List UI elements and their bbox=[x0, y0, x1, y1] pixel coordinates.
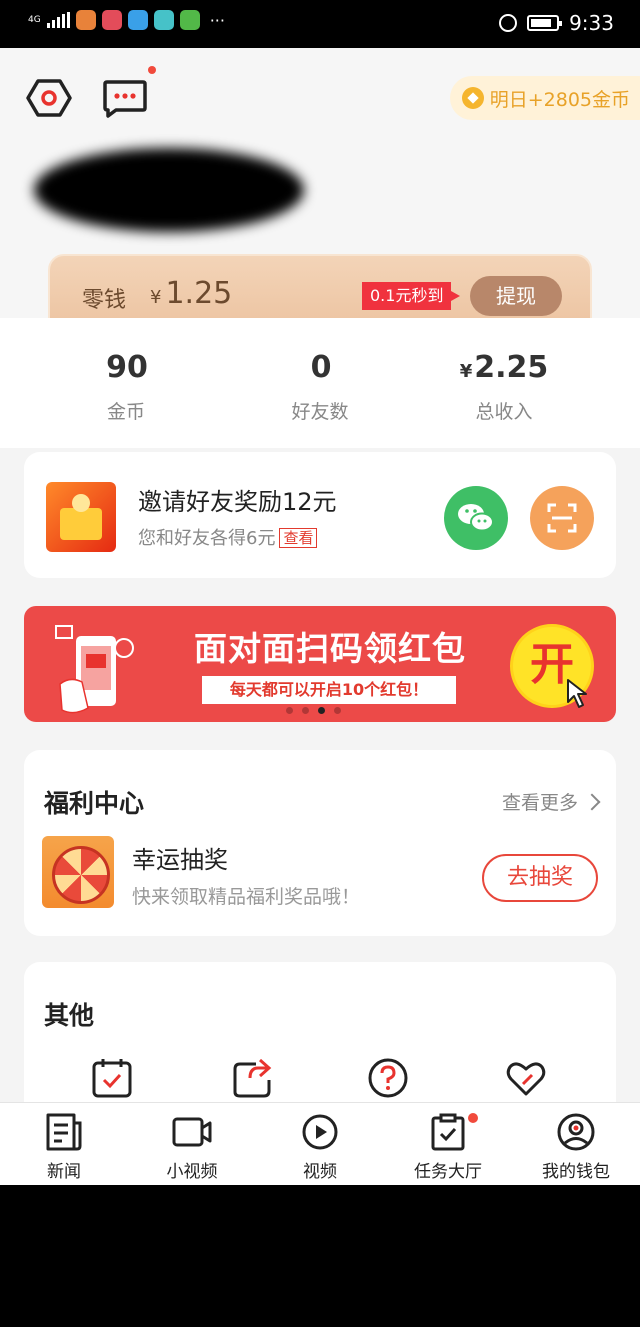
balance-label: 零钱 bbox=[82, 288, 127, 313]
nav-label: 我的钱包 bbox=[542, 1162, 610, 1182]
phone-scan-illustration bbox=[55, 625, 134, 714]
share-icon[interactable] bbox=[230, 1056, 274, 1100]
short-video-icon bbox=[172, 1117, 212, 1147]
lucky-draw-subtitle: 快来领取精品福利奖品哦！ bbox=[132, 886, 361, 908]
nav-item-task-hall[interactable]: 任务大厅 bbox=[384, 1103, 512, 1185]
nav-label: 视频 bbox=[303, 1162, 337, 1182]
calendar-check-icon[interactable] bbox=[90, 1056, 134, 1100]
view-link[interactable]: 查看 bbox=[279, 528, 318, 548]
gift-box-image bbox=[46, 482, 116, 552]
balance-currency: ¥ bbox=[150, 287, 162, 308]
coin-bonus-text: 明日+2805金币 bbox=[489, 88, 630, 111]
stat-coins[interactable]: 90 金币 bbox=[36, 350, 216, 424]
face-to-face-red-packet-banner[interactable]: 面对面扫码领红包 每天都可以开启10个红包！ 开 bbox=[24, 606, 616, 722]
signal-icon bbox=[46, 12, 70, 28]
scan-icon bbox=[547, 503, 577, 533]
carousel-dot-active[interactable] bbox=[318, 707, 325, 714]
balance-amount: ¥1.25 bbox=[150, 276, 232, 311]
carousel-dot[interactable] bbox=[286, 707, 293, 714]
nav-item-video[interactable]: 视频 bbox=[256, 1103, 384, 1185]
go-draw-button[interactable]: 去抽奖 bbox=[482, 854, 598, 902]
invite-title: 邀请好友奖励12元 bbox=[138, 488, 337, 516]
cursor-click-icon bbox=[567, 679, 587, 708]
app-notification-icon bbox=[127, 10, 148, 30]
bottom-black-area bbox=[0, 1185, 640, 1327]
battery-icon bbox=[527, 15, 563, 31]
settings-hexagon-icon[interactable] bbox=[26, 78, 72, 118]
stat-friends[interactable]: 0 好友数 bbox=[230, 350, 410, 424]
message-icon[interactable] bbox=[102, 78, 148, 118]
news-icon bbox=[46, 1113, 82, 1151]
welfare-title: 福利中心 bbox=[44, 789, 145, 818]
heart-icon[interactable] bbox=[504, 1056, 548, 1100]
stat-value: 0 bbox=[310, 350, 332, 385]
coin-icon bbox=[461, 87, 484, 109]
message-badge bbox=[148, 66, 156, 74]
stat-label: 金币 bbox=[106, 401, 145, 423]
scan-share-button[interactable] bbox=[530, 486, 594, 550]
wallet-profile-icon bbox=[557, 1113, 595, 1151]
stat-value: 90 bbox=[106, 350, 148, 385]
carousel-dots bbox=[286, 707, 341, 714]
coin-bonus-pill[interactable]: 明日+2805金币 bbox=[449, 76, 640, 120]
instant-arrival-tag: 0.1元秒到 bbox=[362, 282, 461, 310]
other-title: 其他 bbox=[44, 1001, 95, 1030]
balance-value: 1.25 bbox=[165, 276, 233, 311]
help-question-icon[interactable] bbox=[366, 1056, 410, 1100]
banner-title: 面对面扫码领红包 bbox=[194, 629, 466, 668]
chevron-right-icon bbox=[583, 793, 601, 810]
wechat-icon bbox=[458, 504, 494, 532]
stat-total-income[interactable]: ¥2.25 总收入 bbox=[414, 350, 594, 424]
app-notification-icon bbox=[75, 10, 96, 30]
redacted-user-info bbox=[34, 148, 304, 232]
bottom-nav: 新闻 小视频 视频 任务大厅 我的钱包 bbox=[0, 1102, 640, 1185]
more-notifications-icon: ··· bbox=[209, 10, 225, 30]
lucky-wheel-image bbox=[42, 836, 114, 908]
alarm-icon bbox=[499, 14, 518, 32]
stats-row: 90 金币 0 好友数 ¥2.25 总收入 bbox=[0, 318, 640, 448]
wallet-header: 明日+2805金币 零钱 ¥1.25 0.1元秒到 提现 bbox=[0, 48, 640, 334]
nav-item-short-video[interactable]: 小视频 bbox=[128, 1103, 256, 1185]
video-play-icon bbox=[302, 1114, 338, 1150]
status-left: 4G ··· bbox=[28, 10, 225, 30]
nav-item-my-wallet[interactable]: 我的钱包 bbox=[512, 1103, 640, 1185]
banner-subtitle: 每天都可以开启10个红包！ bbox=[202, 676, 456, 704]
wallet-screen: 明日+2805金币 零钱 ¥1.25 0.1元秒到 提现 90 金币 0 好友数… bbox=[0, 48, 640, 1185]
welfare-center-card: 福利中心 查看更多 幸运抽奖 快来领取精品福利奖品哦！ 去抽奖 bbox=[24, 750, 616, 936]
status-right: 9:33 bbox=[499, 11, 614, 35]
wechat-share-button[interactable] bbox=[444, 486, 508, 550]
stat-label: 总收入 bbox=[475, 401, 533, 423]
task-badge bbox=[468, 1113, 478, 1123]
carousel-dot[interactable] bbox=[334, 707, 341, 714]
nav-label: 小视频 bbox=[166, 1162, 218, 1182]
task-clipboard-icon bbox=[431, 1113, 465, 1151]
app-notification-icon bbox=[153, 10, 174, 30]
invite-subtitle: 您和好友各得6元 查看 bbox=[138, 524, 318, 550]
network-type: 4G bbox=[28, 14, 41, 25]
lucky-draw-title: 幸运抽奖 bbox=[132, 846, 228, 874]
app-notification-icon bbox=[101, 10, 122, 30]
withdraw-button[interactable]: 提现 bbox=[470, 276, 562, 316]
stat-label: 好友数 bbox=[291, 401, 349, 423]
nav-item-news[interactable]: 新闻 bbox=[0, 1103, 128, 1185]
carousel-dot[interactable] bbox=[302, 707, 309, 714]
nav-label: 任务大厅 bbox=[414, 1162, 482, 1182]
stat-value: ¥2.25 bbox=[459, 350, 549, 385]
nav-label: 新闻 bbox=[47, 1162, 81, 1182]
app-notification-icon bbox=[179, 10, 200, 30]
invite-card[interactable]: 邀请好友奖励12元 您和好友各得6元 查看 bbox=[24, 452, 616, 578]
clock: 9:33 bbox=[569, 11, 614, 35]
status-bar: 4G ··· 9:33 bbox=[0, 0, 640, 48]
see-more-link[interactable]: 查看更多 bbox=[502, 788, 601, 815]
